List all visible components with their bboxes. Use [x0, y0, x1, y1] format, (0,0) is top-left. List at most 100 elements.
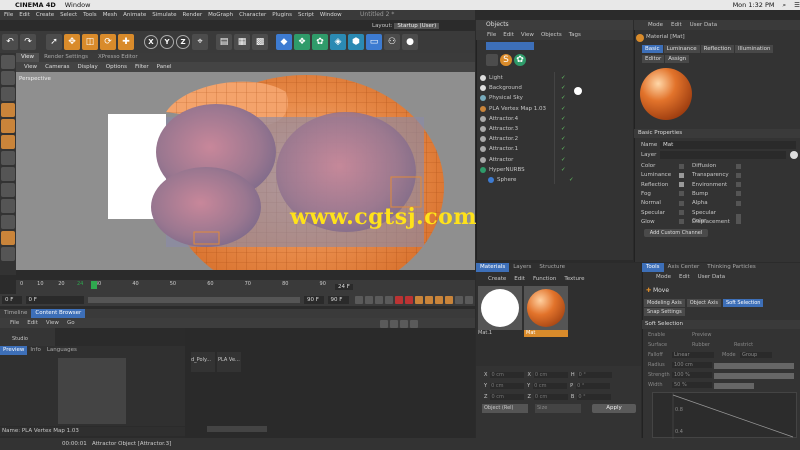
apply-button[interactable]: Apply [592, 404, 636, 413]
deformer-icon[interactable]: ⬢ [348, 34, 364, 50]
viewport-menu-item[interactable]: Panel [157, 64, 172, 70]
list-view-icon[interactable] [380, 320, 388, 328]
generator-icon[interactable]: ◈ [330, 34, 346, 50]
next-key-icon[interactable] [385, 296, 393, 304]
main-menu-item[interactable]: Simulate [152, 12, 176, 18]
coordinate-system-icon[interactable]: ⌖ [192, 34, 208, 50]
max-frame-field[interactable]: 90 F [304, 296, 324, 304]
filter-icon[interactable] [410, 320, 418, 328]
render-picture-viewer-icon[interactable]: ▦ [234, 34, 250, 50]
soft-selection-field[interactable]: 100 % [672, 372, 712, 378]
param-key-icon[interactable] [455, 296, 463, 304]
material-tab[interactable]: Assign [665, 55, 690, 63]
channel-checkbox[interactable] [736, 191, 741, 197]
materials-menu-item[interactable]: Function [533, 276, 556, 282]
channel-checkbox[interactable] [679, 172, 684, 178]
viewport-tab[interactable]: View [16, 53, 40, 62]
materials-menu-item[interactable]: Texture [564, 276, 584, 282]
content-browser-menu-item[interactable]: File [10, 320, 19, 326]
tool-mode-tab[interactable]: Object Axis [686, 299, 721, 307]
x-axis-icon[interactable]: X [144, 35, 158, 49]
layer-field[interactable] [660, 151, 786, 159]
tool-mode-tab[interactable]: Snap Settings [644, 308, 685, 316]
edges-mode-icon[interactable] [1, 119, 15, 133]
lock-icon[interactable] [1, 247, 15, 261]
material-mat1[interactable]: Mat.1 [478, 286, 522, 337]
coordinate-field[interactable]: 0 ° [577, 372, 612, 378]
coordinate-field[interactable]: 0 cm [490, 372, 525, 378]
start-frame-field[interactable]: 0 F [2, 296, 22, 304]
camera-icon[interactable]: ⚇ [384, 34, 400, 50]
pla-key-icon[interactable] [465, 296, 473, 304]
soft-selection-slider[interactable] [714, 383, 754, 389]
material-mat[interactable]: Mat [524, 286, 568, 337]
spline-icon[interactable]: ✿ [312, 34, 328, 50]
subdivision-icon[interactable]: ❖ [294, 34, 310, 50]
autokey-icon[interactable] [405, 296, 413, 304]
menu-icon[interactable]: ☰ [794, 1, 800, 9]
attributes-menu-item[interactable]: User Data [690, 22, 717, 28]
end-frame-field[interactable]: 90 F [327, 296, 349, 304]
objects-menu-item[interactable]: Edit [503, 32, 514, 38]
main-menu-item[interactable]: File [4, 12, 13, 18]
live-select-icon[interactable]: ➚ [46, 34, 62, 50]
make-editable-icon[interactable] [1, 55, 15, 69]
move-tool-icon[interactable]: ✥ [64, 34, 80, 50]
main-menu-item[interactable]: Mesh [103, 12, 117, 18]
main-menu-item[interactable]: Animate [123, 12, 146, 18]
scale-tool-icon[interactable]: ◫ [82, 34, 98, 50]
tool-mode-tab[interactable]: Modeling Axis [644, 299, 685, 307]
plugin-icon[interactable]: ✿ [514, 54, 526, 66]
channel-checkbox[interactable] [679, 191, 684, 197]
icon-view-icon[interactable] [390, 320, 398, 328]
materials-tab[interactable]: Layers [509, 263, 535, 272]
workplane-icon[interactable] [1, 199, 15, 213]
tool-mode-tab[interactable]: Soft Selection [722, 299, 764, 307]
soft-selection-field[interactable]: 50 % [672, 382, 712, 388]
channel-checkbox[interactable] [736, 182, 741, 188]
main-menu-item[interactable]: Plugins [272, 12, 292, 18]
y-axis-icon[interactable]: Y [160, 35, 174, 49]
channel-checkbox[interactable] [736, 163, 741, 169]
channel-checkbox[interactable] [679, 210, 684, 215]
materials-menu-item[interactable]: Create [488, 276, 506, 282]
layout-selector[interactable]: Layout: Startup (User) [372, 21, 472, 31]
materials-tab[interactable]: Structure [535, 263, 569, 272]
content-browser-menu-item[interactable]: Edit [27, 320, 38, 326]
layout-value[interactable]: Startup (User) [394, 23, 440, 29]
tools-menu-item[interactable]: Edit [679, 274, 690, 280]
materials-tab[interactable]: Materials [476, 263, 510, 272]
active-object-field[interactable] [486, 42, 534, 50]
viewport-menu-item[interactable]: Filter [135, 64, 149, 70]
material-tab[interactable]: Illumination [735, 45, 774, 53]
channel-checkbox[interactable] [679, 200, 684, 206]
main-menu-item[interactable]: Select [60, 12, 77, 18]
objects-menu-item[interactable]: View [521, 32, 534, 38]
polygons-mode-icon[interactable] [1, 135, 15, 149]
main-menu-item[interactable]: Render [183, 12, 203, 18]
background-tag-icon[interactable] [574, 87, 582, 95]
bottom-tab[interactable]: Timeline [0, 309, 31, 318]
tools-tab[interactable]: Axis Center [664, 263, 704, 272]
attributes-menu-item[interactable]: Edit [671, 22, 682, 28]
channel-checkbox[interactable] [679, 182, 684, 188]
go-start-icon[interactable] [355, 296, 363, 304]
material-tab[interactable]: Basic [642, 45, 663, 53]
objects-menu-item[interactable]: Tags [569, 32, 581, 38]
main-menu-item[interactable]: Script [298, 12, 314, 18]
tools-menu-item[interactable]: Mode [656, 274, 671, 280]
soft-selection-slider[interactable] [714, 363, 794, 369]
layer-picker-icon[interactable] [790, 151, 798, 159]
main-menu-item[interactable]: Edit [19, 12, 30, 18]
channel-checkbox[interactable] [736, 172, 741, 178]
snap-icon[interactable] [1, 183, 15, 197]
preview-tab[interactable]: Info [27, 346, 43, 355]
current-frame-marker[interactable] [91, 281, 97, 289]
light-icon[interactable]: ● [402, 34, 418, 50]
soft-selection-field[interactable]: Linear [672, 352, 714, 358]
soft-selection-field[interactable]: 100 cm [672, 362, 712, 368]
axis-mode-icon[interactable] [1, 151, 15, 165]
channel-checkbox[interactable] [679, 219, 684, 225]
main-menu-item[interactable]: MoGraph [208, 12, 233, 18]
soft-selection-slider[interactable] [714, 373, 794, 379]
